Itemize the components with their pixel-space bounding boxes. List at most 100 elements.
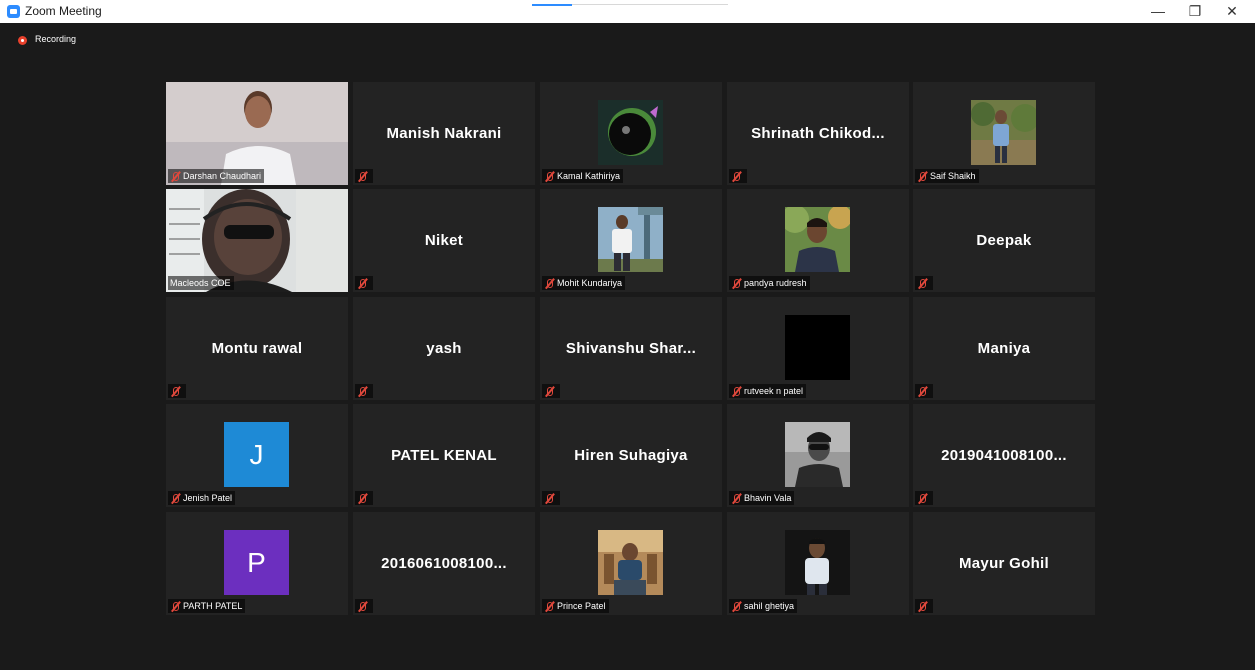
minimize-button[interactable]: — bbox=[1140, 0, 1176, 23]
participant-label bbox=[168, 384, 186, 398]
mic-muted-icon bbox=[544, 493, 555, 504]
title-bar: Zoom Meeting — ❐ ✕ bbox=[0, 0, 1255, 23]
mic-muted-icon bbox=[731, 601, 742, 612]
participant-tile[interactable]: Mayur Gohil bbox=[913, 512, 1095, 615]
mic-muted-icon bbox=[544, 171, 555, 182]
profile-picture bbox=[598, 530, 663, 595]
participant-label: Saif Shaikh bbox=[915, 169, 979, 183]
participant-label bbox=[542, 384, 560, 398]
participant-tile[interactable]: Niket bbox=[353, 189, 535, 292]
participant-display-name: Niket bbox=[424, 232, 464, 249]
participant-label: Bhavin Vala bbox=[729, 491, 795, 505]
mic-muted-icon bbox=[731, 171, 742, 182]
participant-tile[interactable]: 2019041008100... bbox=[913, 404, 1095, 507]
participant-tile[interactable]: yash bbox=[353, 297, 535, 400]
participant-tile[interactable]: Kamal Kathiriya bbox=[540, 82, 722, 185]
participant-label bbox=[915, 491, 933, 505]
participant-display-name: 2016061008100... bbox=[381, 555, 507, 572]
participant-label: rutveek n patel bbox=[729, 384, 807, 398]
participant-tile[interactable]: 2016061008100... bbox=[353, 512, 535, 615]
participant-name: PARTH PATEL bbox=[183, 601, 243, 611]
participant-display-name: 2019041008100... bbox=[941, 447, 1067, 464]
participant-display-name: PATEL KENAL bbox=[391, 447, 497, 464]
participant-name: Kamal Kathiriya bbox=[557, 171, 621, 181]
mic-muted-icon bbox=[357, 171, 368, 182]
participant-tile[interactable]: Deepak bbox=[913, 189, 1095, 292]
participant-label: Mohit Kundariya bbox=[542, 276, 626, 290]
participant-label bbox=[542, 491, 560, 505]
participant-name: Macleods COE bbox=[170, 278, 231, 288]
mic-muted-icon bbox=[544, 601, 555, 612]
profile-picture bbox=[785, 315, 850, 380]
maximize-button[interactable]: ❐ bbox=[1177, 0, 1213, 23]
participant-tile[interactable]: P PARTH PATEL bbox=[166, 512, 348, 615]
participant-label bbox=[915, 384, 933, 398]
close-button[interactable]: ✕ bbox=[1214, 0, 1250, 23]
participant-tile[interactable]: Saif Shaikh bbox=[913, 82, 1095, 185]
title-tab-indicator bbox=[532, 4, 572, 6]
participant-tile[interactable]: rutveek n patel bbox=[727, 297, 909, 400]
profile-picture bbox=[785, 530, 850, 595]
participant-display-name: Hiren Suhagiya bbox=[574, 447, 688, 464]
record-icon bbox=[18, 36, 27, 45]
participant-tile[interactable]: Hiren Suhagiya bbox=[540, 404, 722, 507]
profile-picture bbox=[971, 100, 1036, 165]
mic-muted-icon bbox=[170, 171, 181, 182]
participant-name: sahil ghetiya bbox=[744, 601, 795, 611]
participant-tile[interactable]: Shivanshu Shar... bbox=[540, 297, 722, 400]
participant-tile[interactable]: Shrinath Chikod... bbox=[727, 82, 909, 185]
title-tab-track bbox=[572, 4, 728, 5]
participant-tile[interactable]: pandya rudresh bbox=[727, 189, 909, 292]
mic-muted-icon bbox=[917, 493, 928, 504]
participant-tile[interactable]: Darshan Chaudhari bbox=[166, 82, 348, 185]
participant-label: Jenish Patel bbox=[168, 491, 236, 505]
mic-muted-icon bbox=[357, 386, 368, 397]
participant-label: Darshan Chaudhari bbox=[168, 169, 265, 183]
participant-display-name: Deepak bbox=[976, 232, 1032, 249]
participant-name: Jenish Patel bbox=[183, 493, 233, 503]
participant-tile[interactable]: Montu rawal bbox=[166, 297, 348, 400]
participant-tile-active-speaker[interactable]: Macleods COE bbox=[166, 189, 348, 292]
participant-label: sahil ghetiya bbox=[729, 599, 798, 613]
participant-tile[interactable]: Prince Patel bbox=[540, 512, 722, 615]
participant-display-name: yash bbox=[426, 340, 462, 357]
participant-label: Macleods COE bbox=[168, 276, 234, 290]
participant-label bbox=[915, 599, 933, 613]
participant-display-name: Shivanshu Shar... bbox=[565, 340, 697, 357]
mic-muted-icon bbox=[917, 386, 928, 397]
participant-name: pandya rudresh bbox=[744, 278, 807, 288]
mic-muted-icon bbox=[731, 386, 742, 397]
profile-picture bbox=[785, 422, 850, 487]
participant-tile[interactable]: Manish Nakrani bbox=[353, 82, 535, 185]
participant-label: pandya rudresh bbox=[729, 276, 810, 290]
participant-label: Kamal Kathiriya bbox=[542, 169, 624, 183]
participant-display-name: Shrinath Chikod... bbox=[751, 125, 885, 142]
recording-label: Recording bbox=[35, 34, 77, 44]
mic-muted-icon bbox=[917, 278, 928, 289]
participant-name: Darshan Chaudhari bbox=[183, 171, 262, 181]
participant-tile[interactable]: Mohit Kundariya bbox=[540, 189, 722, 292]
participant-display-name: Mayur Gohil bbox=[959, 555, 1049, 572]
participant-label: PARTH PATEL bbox=[168, 599, 246, 613]
participant-name: Bhavin Vala bbox=[744, 493, 792, 503]
profile-picture bbox=[785, 207, 850, 272]
mic-muted-icon bbox=[731, 278, 742, 289]
participant-name: rutveek n patel bbox=[744, 386, 804, 396]
participant-display-name: Montu rawal bbox=[211, 340, 303, 357]
participant-tile[interactable]: sahil ghetiya bbox=[727, 512, 909, 615]
mic-muted-icon bbox=[357, 493, 368, 504]
participant-label bbox=[355, 276, 373, 290]
participant-display-name: Maniya bbox=[977, 340, 1031, 357]
participant-label bbox=[729, 169, 747, 183]
mic-muted-icon bbox=[544, 386, 555, 397]
participant-tile[interactable]: J Jenish Patel bbox=[166, 404, 348, 507]
window-title: Zoom Meeting bbox=[25, 4, 102, 18]
participant-tile[interactable]: PATEL KENAL bbox=[353, 404, 535, 507]
avatar-initial: P bbox=[224, 530, 289, 595]
participant-tile[interactable]: Bhavin Vala bbox=[727, 404, 909, 507]
participant-tile[interactable]: Maniya bbox=[913, 297, 1095, 400]
participant-label bbox=[355, 599, 373, 613]
mic-muted-icon bbox=[544, 278, 555, 289]
mic-muted-icon bbox=[170, 493, 181, 504]
participant-display-name: Manish Nakrani bbox=[386, 125, 502, 142]
